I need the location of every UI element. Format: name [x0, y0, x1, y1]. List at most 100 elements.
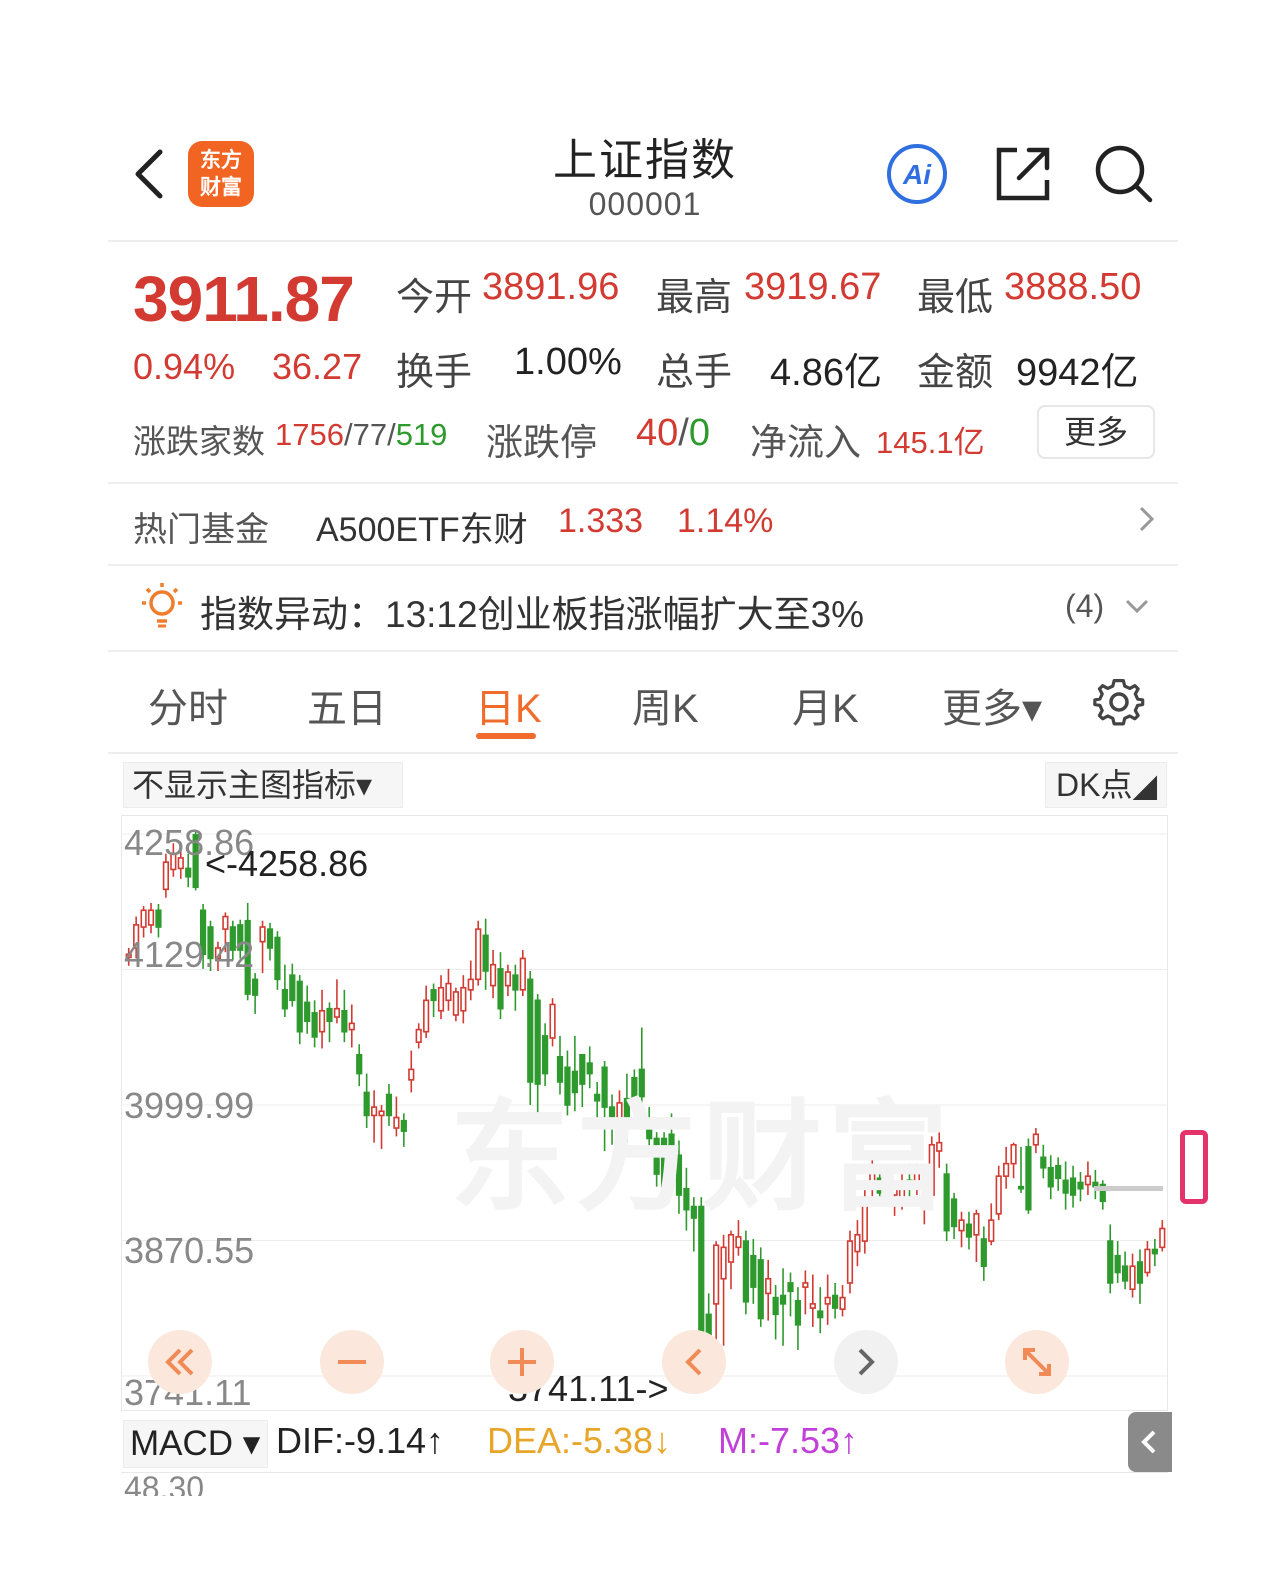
candle [318, 989, 326, 1049]
candle-body [147, 909, 155, 926]
candle-body [757, 1259, 764, 1320]
candle-body [482, 934, 489, 972]
collapse-panel-button[interactable] [1128, 1412, 1172, 1472]
candle [1084, 1161, 1092, 1196]
change-percent: 0.94% [133, 346, 236, 387]
breadth-flat: 77 [352, 417, 388, 452]
candle-body [1040, 1156, 1047, 1169]
turnover-label: 换手 [396, 352, 473, 394]
candle [779, 1268, 787, 1346]
zoom-out-button[interactable] [320, 1330, 384, 1394]
last-price: 3911.87 [133, 263, 355, 335]
candle [147, 902, 155, 934]
candle [1010, 1142, 1017, 1179]
share-button[interactable] [993, 144, 1053, 204]
candle-body [162, 861, 170, 891]
candle [1151, 1238, 1158, 1267]
current-range-marker[interactable] [1180, 1130, 1208, 1204]
candle-body [1025, 1146, 1032, 1211]
low-label: 最低 [917, 277, 994, 319]
tab-monthly-k[interactable]: 月K [792, 676, 859, 734]
candle [1040, 1144, 1047, 1179]
candle-body [973, 1213, 980, 1236]
candle-body [794, 1299, 802, 1326]
candle-body [1047, 1166, 1054, 1188]
limit-up: 40 [636, 412, 679, 454]
tab-daily-k[interactable]: 日K [475, 676, 542, 734]
chart-settings-button[interactable] [1093, 676, 1145, 728]
candle-body [742, 1240, 749, 1303]
y-tick-label: 3870.55 [124, 1230, 255, 1271]
candle [370, 1090, 378, 1143]
more-button[interactable]: 更多 [1037, 405, 1155, 459]
candle [475, 920, 482, 986]
scroll-right-button[interactable] [834, 1330, 898, 1394]
candle [958, 1211, 965, 1248]
macd-select[interactable]: MACD ▾ [123, 1420, 268, 1468]
candle-body [1144, 1248, 1151, 1274]
index-alert-text: 指数异动：13:12创业板指涨幅扩大至3% [200, 594, 865, 635]
candle [965, 1211, 973, 1250]
breadth-down: 519 [395, 417, 448, 452]
candle [1055, 1157, 1062, 1191]
candle-body [854, 1233, 861, 1253]
logo-line-2: 财富 [200, 174, 242, 199]
main-indicator-select[interactable]: 不显示主图指标▾ [123, 762, 403, 808]
page-title: 上证指数 [553, 136, 737, 185]
candle [430, 983, 437, 1018]
candle-body [1069, 1177, 1077, 1196]
candle-body [333, 1007, 341, 1018]
candle-body [289, 974, 296, 1002]
tab-intraday[interactable]: 分时 [148, 676, 228, 734]
ai-button[interactable]: Ai [885, 142, 949, 206]
tab-more[interactable]: 更多▾ [942, 676, 1042, 734]
candle [326, 1002, 333, 1043]
candle-body [415, 1028, 422, 1043]
candle [1025, 1138, 1032, 1214]
candle [281, 964, 288, 1018]
candle-body [296, 980, 303, 1033]
search-icon [1095, 145, 1153, 203]
scroll-left-button[interactable] [662, 1330, 726, 1394]
candle [385, 1084, 393, 1126]
candle [155, 903, 162, 938]
stock-code: 000001 [588, 186, 702, 222]
candle [1136, 1249, 1144, 1304]
macd-dif: DIF:-9.14↑ [276, 1420, 445, 1461]
candle [824, 1274, 831, 1325]
candle [460, 975, 467, 1024]
candle [802, 1270, 809, 1315]
candle-body [1062, 1179, 1069, 1194]
tabs-divider [108, 752, 1178, 754]
candle-body [713, 1244, 720, 1305]
gear-icon [1093, 678, 1145, 726]
candle-body [958, 1219, 965, 1232]
candle [311, 1000, 318, 1048]
tab-weekly-k[interactable]: 周K [632, 676, 699, 734]
candle-body [846, 1240, 854, 1284]
back-button[interactable] [130, 148, 170, 200]
search-button[interactable] [1092, 142, 1156, 206]
candle-body [802, 1282, 809, 1288]
candle [415, 1023, 422, 1049]
chevron-left-icon [685, 1348, 702, 1376]
candle [1114, 1241, 1121, 1283]
zoom-in-button[interactable] [490, 1330, 554, 1394]
candle-body [519, 957, 526, 991]
double-left-button[interactable] [148, 1330, 212, 1394]
candle-body [437, 986, 445, 1012]
fullscreen-button[interactable] [1005, 1330, 1069, 1394]
dk-point-select[interactable]: DK点◢ [1045, 762, 1167, 808]
inflow-value: 145.1亿 [876, 425, 985, 460]
tab-five-day[interactable]: 五日 [307, 676, 387, 734]
candle [1069, 1165, 1077, 1208]
chevron-down-icon[interactable] [1123, 592, 1151, 620]
expand-icon [1023, 1348, 1051, 1376]
candle-body [370, 1106, 378, 1117]
candle-body [467, 978, 474, 991]
candle-body [735, 1236, 742, 1249]
breadth-up: 1756 [275, 417, 344, 452]
candle [980, 1226, 987, 1281]
breadth-sep-1: / [343, 417, 353, 452]
candle-body [1017, 1185, 1025, 1190]
